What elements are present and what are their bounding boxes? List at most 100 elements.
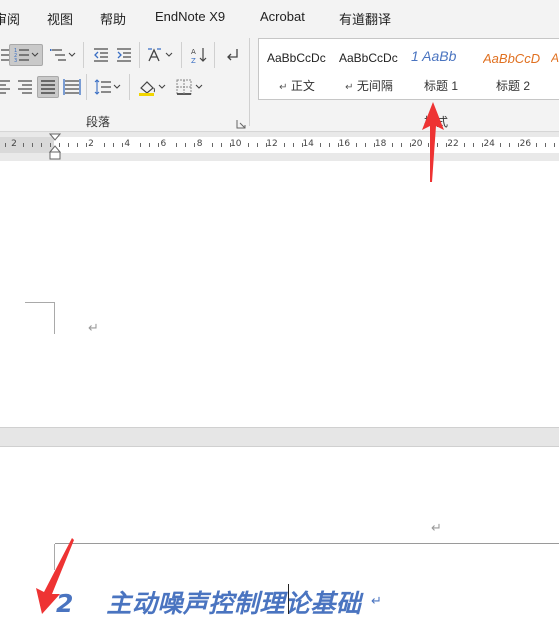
ruler-tick [428, 143, 429, 147]
justify-button[interactable] [37, 76, 59, 98]
menu-help[interactable]: 帮助 [100, 9, 126, 28]
ruler-tick [392, 143, 393, 147]
ruler-tick [185, 143, 186, 147]
svg-text:3: 3 [14, 58, 17, 64]
ruler-label: 22 [447, 139, 459, 149]
heading-text: 主动噪声控制理论基础 [106, 589, 362, 618]
paragraph-dialog-launcher-icon[interactable] [236, 116, 246, 129]
distributed-align-icon[interactable] [61, 76, 83, 98]
separator [86, 74, 87, 100]
sort-icon[interactable]: AZ [188, 44, 210, 66]
shading-icon[interactable] [136, 76, 168, 98]
text-cursor [288, 584, 289, 614]
ruler-tick [437, 143, 438, 147]
align-right-icon[interactable] [14, 76, 36, 98]
ruler-tick [77, 143, 78, 147]
menu-bar: 审阅 视图 帮助 EndNote X9 Acrobat 有道翻译 [0, 0, 559, 34]
heading-collapse-marker-icon[interactable] [39, 594, 47, 606]
ruler-tick [149, 143, 150, 147]
ruler-strip [0, 137, 559, 153]
menu-endnote[interactable]: EndNote X9 [155, 9, 225, 24]
ruler-label: 16 [338, 139, 351, 149]
ruler-tick [284, 143, 285, 147]
style-heading-1[interactable]: 1 AaBb 标题 1 [405, 39, 477, 99]
ruler-tick [230, 143, 231, 147]
ruler-label: 18 [374, 139, 387, 149]
style-heading-2-name: 标题 2 [495, 79, 530, 93]
decrease-indent-icon[interactable] [90, 44, 112, 66]
svg-text:Z: Z [191, 57, 196, 64]
ruler-tick [329, 143, 330, 147]
menu-youdao[interactable]: 有道翻译 [339, 9, 391, 28]
separator [181, 42, 182, 68]
page-1[interactable]: ↵ [0, 161, 559, 427]
ruler-tick [86, 143, 87, 147]
numbered-list-button[interactable]: 123 [9, 44, 43, 66]
ruler-tick [536, 143, 537, 147]
page-2[interactable]: ↵ 2 主动噪声控制理论基础 ↵ [0, 447, 559, 627]
ruler-tick [545, 143, 546, 147]
ruler-tick [320, 143, 321, 147]
ruler-label: 8 [196, 139, 203, 149]
ruler-tick [293, 143, 294, 147]
horizontal-ruler[interactable]: 2 2 4 6 8 10 12 14 16 18 20 22 24 26 [0, 133, 559, 161]
style-normal-name: ↵ 正文 [279, 79, 315, 93]
svg-text:A: A [191, 48, 196, 56]
styles-group-label: 样式 [424, 115, 449, 129]
multilevel-list-icon[interactable] [48, 44, 78, 66]
menu-view[interactable]: 视图 [47, 9, 73, 28]
menu-acrobat[interactable]: Acrobat [260, 9, 305, 24]
ruler-label: 20 [411, 139, 423, 149]
ruler-tick [266, 143, 267, 147]
ruler-tick [554, 143, 555, 147]
ruler-tick [257, 143, 258, 147]
style-heading-2[interactable]: AaBbCcD 标题 2 [477, 39, 549, 99]
ruler-tick [338, 143, 339, 147]
ruler-tick [32, 143, 33, 147]
ruler-tick [410, 143, 411, 147]
ruler-label: 24 [483, 139, 495, 149]
ruler-tick [5, 143, 6, 147]
ruler-tick [509, 143, 510, 147]
ruler-tick [68, 143, 69, 147]
separator [139, 42, 140, 68]
separator [83, 42, 84, 68]
paragraph-mark: ↵ [88, 321, 99, 336]
style-heading-2-preview: AaBbCcD [483, 51, 541, 66]
show-marks-icon[interactable] [220, 44, 242, 66]
ruler-label: 2 [88, 139, 94, 149]
paragraph-group-label: 段落 [86, 115, 111, 129]
indent-marker-icon[interactable] [48, 133, 62, 161]
ruler-label: 10 [230, 139, 242, 149]
chinese-layout-icon[interactable] [145, 44, 175, 66]
ruler-tick [41, 143, 42, 147]
style-next-preview: A [551, 51, 559, 65]
heading-2[interactable]: 2 主动噪声控制理论基础 [56, 584, 361, 620]
ruler-tick [23, 143, 24, 147]
page-gap [0, 427, 559, 447]
ruler-margin-shade [0, 137, 54, 153]
ruler-label: 26 [519, 139, 532, 149]
separator [129, 74, 130, 100]
ruler-tick [446, 143, 447, 147]
style-gallery: AaBbCcDc ↵ 正文 AaBbCcDc ↵ 无间隔 1 AaBb 标题 1… [258, 38, 559, 100]
ruler-tick [464, 143, 465, 147]
ruler-tick [482, 143, 483, 147]
menu-review[interactable]: 审阅 [0, 9, 20, 28]
ruler-tick [122, 143, 123, 147]
borders-icon[interactable] [173, 76, 205, 98]
style-heading-1-name: 标题 1 [423, 79, 458, 93]
ruler-label: 6 [160, 139, 167, 149]
paragraph-mark: ↵ [371, 594, 382, 609]
style-normal-preview: AaBbCcDc [267, 51, 326, 65]
style-next[interactable]: A [549, 39, 559, 99]
line-spacing-icon[interactable] [91, 76, 123, 98]
ruler-tick [221, 143, 222, 147]
style-no-spacing-name: ↵ 无间隔 [345, 79, 393, 93]
ruler-label: 4 [124, 139, 131, 149]
ruler-tick [302, 143, 303, 147]
style-no-spacing[interactable]: AaBbCcDc ↵ 无间隔 [333, 39, 405, 99]
align-left-icon[interactable] [0, 76, 14, 98]
style-normal[interactable]: AaBbCcDc ↵ 正文 [261, 39, 333, 99]
increase-indent-icon[interactable] [113, 44, 135, 66]
